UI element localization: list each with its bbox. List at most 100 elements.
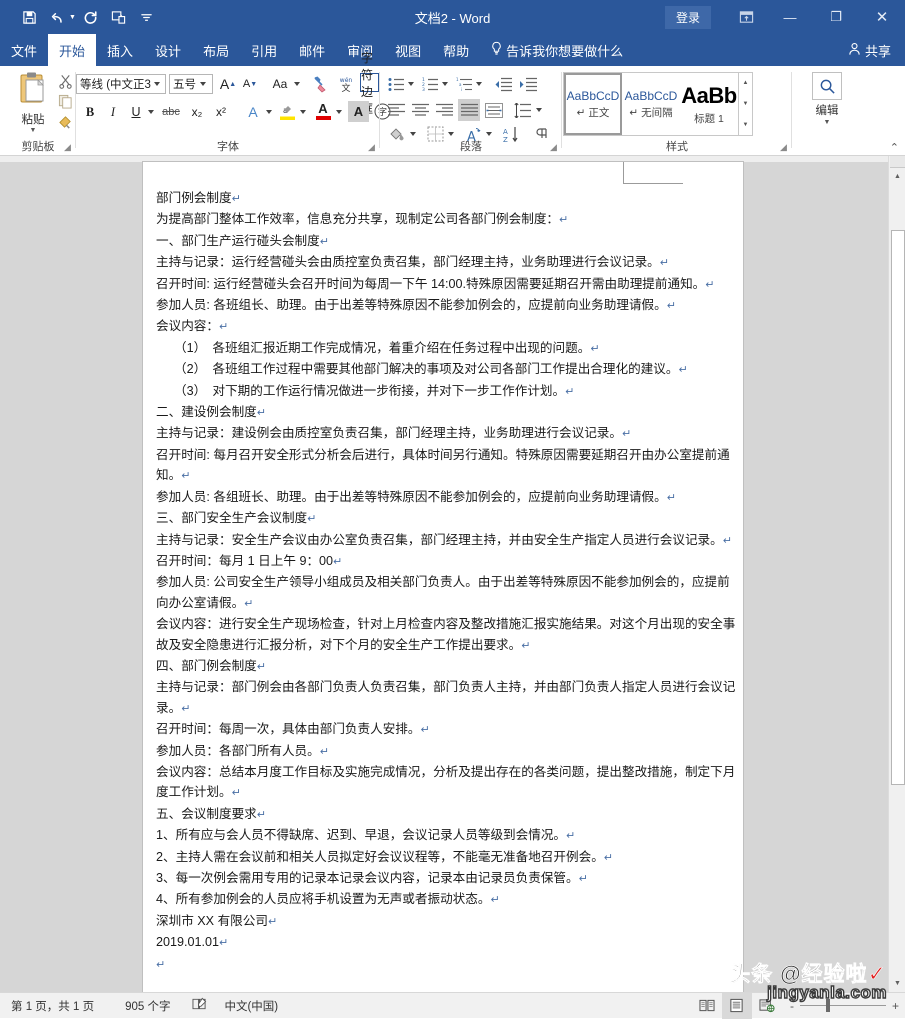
- scroll-down-arrow-icon[interactable]: ▼: [889, 975, 905, 992]
- multilevel-list-button[interactable]: 1ai: [454, 74, 474, 94]
- font-color-button[interactable]: A: [312, 99, 334, 123]
- maximize-restore-button[interactable]: ❐: [813, 0, 859, 34]
- view-web-layout-button[interactable]: [752, 993, 782, 1019]
- touch-mode-icon[interactable]: [106, 5, 132, 29]
- copy-button[interactable]: [54, 91, 76, 111]
- decrease-indent-button[interactable]: [492, 74, 514, 94]
- cut-button[interactable]: [54, 71, 76, 91]
- bullets-caret[interactable]: [408, 82, 414, 86]
- zoom-slider-handle[interactable]: [825, 999, 830, 1012]
- align-left-button[interactable]: [386, 100, 406, 120]
- increase-indent-button[interactable]: [517, 74, 539, 94]
- numbering-button[interactable]: 123: [420, 74, 440, 94]
- view-print-layout-button[interactable]: [721, 992, 752, 1019]
- justify-button[interactable]: [458, 99, 480, 121]
- font-color-caret[interactable]: [336, 110, 342, 114]
- bullets-button[interactable]: [386, 74, 406, 94]
- font-size-caret[interactable]: [200, 82, 206, 86]
- font-name-combo[interactable]: 等线 (中文正3: [76, 74, 166, 94]
- tab-layout[interactable]: 布局: [192, 34, 240, 66]
- tab-help[interactable]: 帮助: [432, 34, 480, 66]
- styles-dialog-launcher[interactable]: ◢: [778, 142, 789, 153]
- italic-button[interactable]: I: [103, 102, 123, 122]
- ribbon-display-options-icon[interactable]: [725, 0, 767, 34]
- minimize-button[interactable]: —: [767, 0, 813, 34]
- redo-icon[interactable]: [78, 5, 104, 29]
- scroll-up-arrow-icon[interactable]: ▲: [889, 168, 905, 185]
- tab-view[interactable]: 视图: [384, 34, 432, 66]
- clipboard-dialog-launcher[interactable]: ◢: [62, 142, 73, 153]
- superscript-button[interactable]: x²: [210, 102, 232, 122]
- text-highlight-button[interactable]: a: [276, 101, 298, 123]
- shrink-font-button[interactable]: A ▼: [240, 74, 260, 94]
- paragraph-dialog-launcher[interactable]: ◢: [548, 142, 559, 153]
- undo-icon[interactable]: [44, 5, 70, 29]
- change-case-button[interactable]: Aa: [268, 74, 292, 94]
- save-icon[interactable]: [16, 5, 42, 29]
- tab-design[interactable]: 设计: [144, 34, 192, 66]
- status-word-count[interactable]: 905 个字: [105, 993, 181, 1019]
- share-button[interactable]: 共享: [848, 34, 905, 66]
- text-effects-button[interactable]: A: [242, 101, 264, 123]
- align-center-button[interactable]: [410, 100, 430, 120]
- line-spacing-button[interactable]: [512, 99, 534, 121]
- gallery-scroll-down-icon[interactable]: ▼: [739, 94, 752, 115]
- tab-file[interactable]: 文件: [0, 34, 48, 66]
- gallery-more-icon[interactable]: ▼: [739, 114, 752, 135]
- bold-button[interactable]: B: [80, 102, 100, 122]
- style-item-normal[interactable]: AaBbCcD ↵ 正文: [564, 73, 622, 135]
- clear-formatting-button[interactable]: [310, 73, 332, 95]
- underline-caret[interactable]: [148, 110, 154, 114]
- document-page[interactable]: 部门例会制度↵ 为提高部门整体工作效率，信息充分共享，现制定公司各部门例会制度：…: [143, 162, 743, 992]
- strikethrough-button[interactable]: abc: [159, 102, 183, 122]
- undo-dropdown-caret[interactable]: ▼: [69, 14, 76, 21]
- vertical-scrollbar[interactable]: ▲ ▼: [888, 156, 905, 992]
- status-proofing[interactable]: [181, 993, 218, 1019]
- phonetic-guide-button[interactable]: wén 文: [335, 73, 357, 95]
- status-language[interactable]: 中文(中国): [218, 993, 289, 1019]
- collapse-ribbon-button[interactable]: ⌃: [890, 141, 899, 154]
- asian-layout-caret[interactable]: [486, 132, 492, 136]
- format-painter-button[interactable]: [54, 111, 76, 131]
- style-item-heading1[interactable]: AaBb 标题 1: [680, 73, 738, 135]
- text-effects-caret[interactable]: [266, 110, 272, 114]
- customize-qat-icon[interactable]: [134, 5, 160, 29]
- paste-button[interactable]: 粘贴 ▼: [10, 71, 56, 134]
- grow-font-button[interactable]: A ▲: [218, 74, 238, 94]
- styles-gallery-scroll[interactable]: ▲ ▼ ▼: [739, 72, 753, 136]
- view-read-mode-button[interactable]: [692, 993, 722, 1019]
- font-dialog-launcher[interactable]: ◢: [366, 142, 377, 153]
- shading-caret[interactable]: [410, 132, 416, 136]
- tab-mailings[interactable]: 邮件: [288, 34, 336, 66]
- close-button[interactable]: ✕: [859, 0, 905, 34]
- zoom-out-button[interactable]: -: [790, 999, 794, 1013]
- highlight-caret[interactable]: [300, 110, 306, 114]
- gallery-scroll-up-icon[interactable]: ▲: [739, 73, 752, 94]
- borders-caret[interactable]: [448, 132, 454, 136]
- sign-in-button[interactable]: 登录: [664, 5, 711, 29]
- zoom-slider-track[interactable]: [799, 999, 886, 1012]
- tab-insert[interactable]: 插入: [96, 34, 144, 66]
- tab-references[interactable]: 引用: [240, 34, 288, 66]
- distribute-button[interactable]: [483, 99, 505, 121]
- change-case-caret[interactable]: [294, 82, 300, 86]
- zoom-in-button[interactable]: +: [892, 999, 899, 1013]
- zoom-control[interactable]: - +: [782, 999, 899, 1013]
- font-name-caret[interactable]: [154, 82, 160, 86]
- align-right-button[interactable]: [434, 100, 454, 120]
- document-text-body[interactable]: 部门例会制度↵ 为提高部门整体工作效率，信息充分共享，现制定公司各部门例会制度：…: [156, 188, 736, 975]
- font-size-combo[interactable]: 五号: [169, 74, 213, 94]
- multilevel-caret[interactable]: [476, 82, 482, 86]
- character-shading-button[interactable]: A: [348, 101, 369, 122]
- line-spacing-caret[interactable]: [536, 108, 542, 112]
- tab-home[interactable]: 开始: [48, 34, 97, 66]
- subscript-button[interactable]: x₂: [186, 102, 208, 122]
- paste-dropdown-caret[interactable]: ▼: [30, 127, 37, 134]
- status-page-info[interactable]: 第 1 页，共 1 页: [0, 993, 105, 1019]
- styles-gallery[interactable]: AaBbCcD ↵ 正文 AaBbCcD ↵ 无间隔 AaBb 标题 1: [563, 72, 739, 136]
- numbering-caret[interactable]: [442, 82, 448, 86]
- tell-me-search[interactable]: 告诉我你想要做什么: [480, 34, 631, 66]
- style-item-no-spacing[interactable]: AaBbCcD ↵ 无间隔: [622, 73, 680, 135]
- editing-button[interactable]: 编辑 ▼: [806, 72, 848, 134]
- editing-dropdown-caret[interactable]: ▼: [824, 119, 831, 126]
